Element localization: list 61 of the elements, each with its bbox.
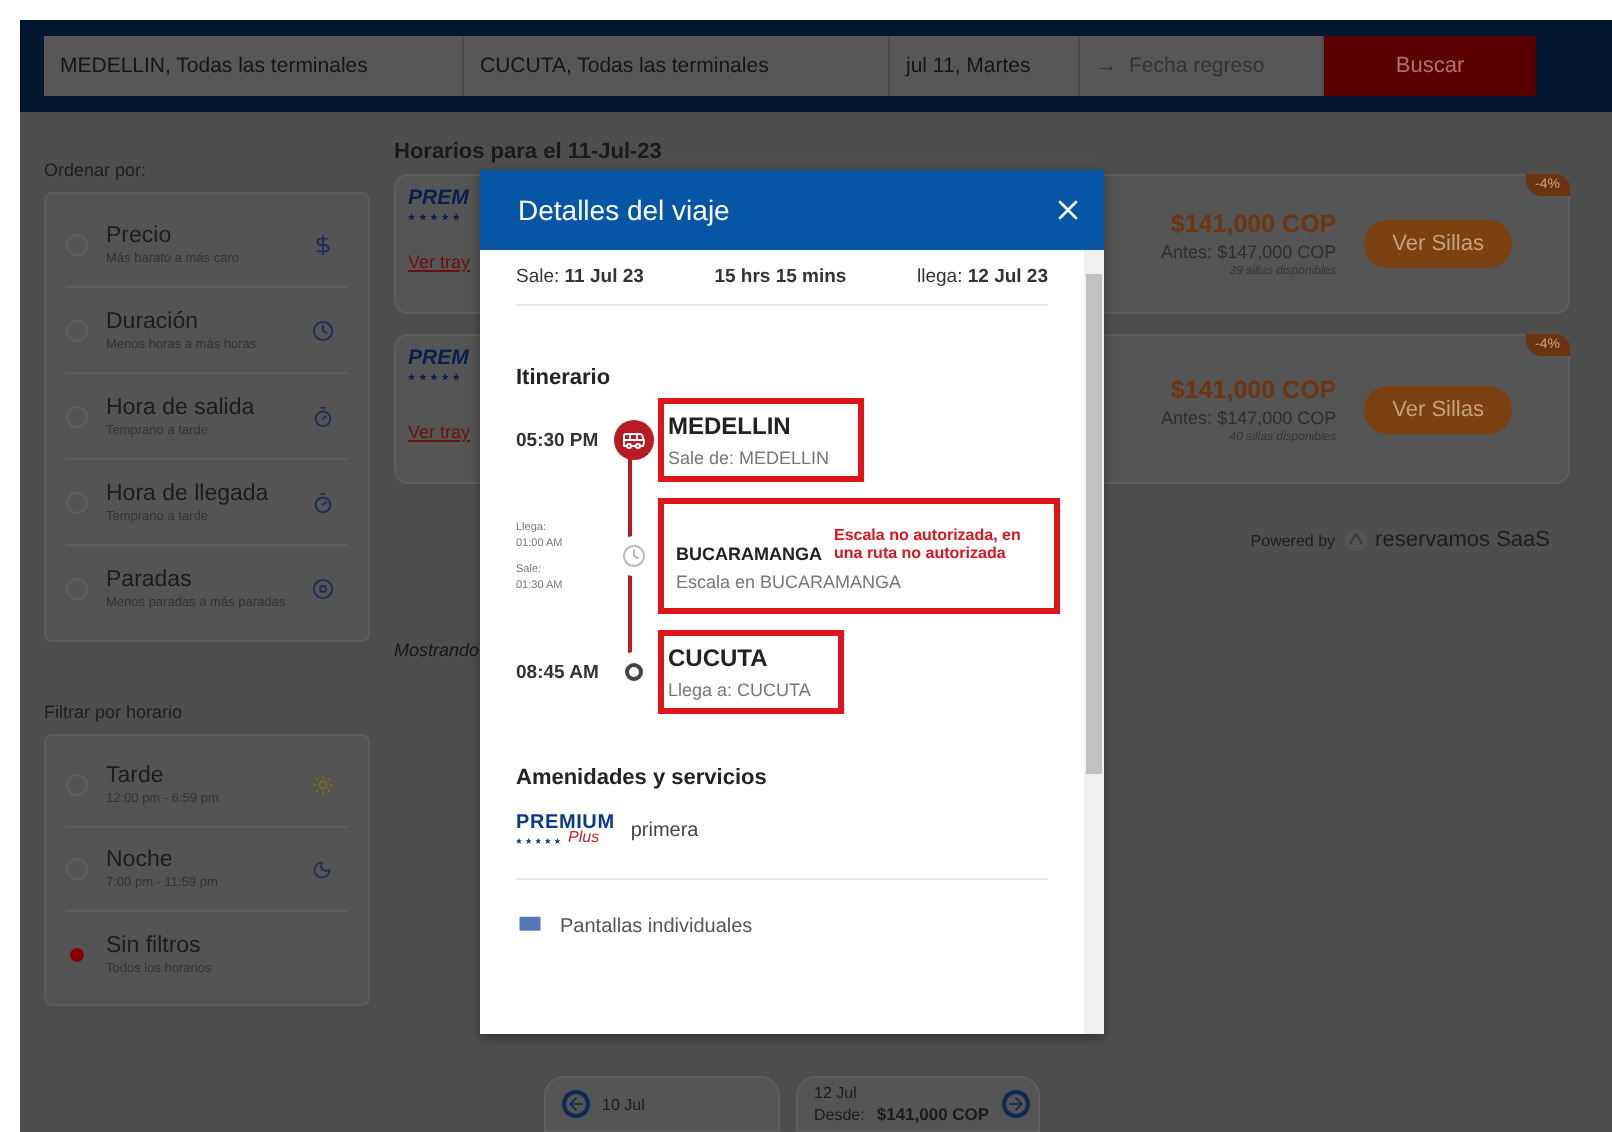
stars-icon	[408, 211, 464, 221]
next-date-price: $141,000 COP	[876, 1104, 990, 1124]
option-label: Precio	[106, 223, 174, 247]
next-day-button[interactable]	[1001, 1090, 1030, 1118]
amenity-label: Pantallas individuales	[560, 915, 753, 937]
stars-icon	[408, 371, 464, 381]
previous-date-card[interactable]: 10 Jul	[544, 1076, 780, 1132]
option-label: Sin filtros	[106, 933, 203, 957]
previous-date: 10 Jul	[602, 1095, 645, 1113]
price: $141,000 COP	[1170, 210, 1337, 238]
scrollbar[interactable]	[1084, 250, 1104, 1034]
amenities-title: Amenidades y servicios	[516, 766, 769, 790]
search-button[interactable]: Buscar	[1324, 36, 1536, 96]
next-date-card[interactable]: 12 Jul Desde: $141,000 COP	[796, 1076, 1040, 1132]
destination-field[interactable]: CUCUTA, Todas las terminales	[464, 36, 890, 96]
view-seats-button[interactable]: Ver Sillas	[1364, 385, 1512, 433]
option-label: Duración	[106, 309, 201, 333]
stop-detail: Escala en BUCARAMANGA	[676, 572, 904, 592]
from-label: Desde:	[814, 1106, 865, 1124]
operator-logo: PREM	[408, 348, 471, 369]
stop-city: MEDELLIN	[668, 412, 793, 440]
option-label: Hora de salida	[106, 395, 257, 419]
route-link[interactable]: Ver tray	[408, 422, 480, 442]
previous-day-button[interactable]	[562, 1090, 590, 1118]
timer-icon	[312, 491, 334, 513]
option-label: Hora de llegada	[106, 481, 271, 505]
origin-field[interactable]: MEDELLIN, Todas las terminales	[44, 36, 464, 96]
bus-icon	[614, 420, 654, 460]
option-label: Noche	[106, 848, 175, 872]
stop-detail: Llega a: CUCUTA	[668, 680, 811, 700]
option-label: Tarde	[106, 764, 166, 788]
service-class: primera	[630, 819, 699, 841]
sun-icon	[312, 774, 334, 796]
results-count: Mostrando	[394, 640, 480, 660]
price: $141,000 COP	[1170, 375, 1337, 403]
departure-date: Sale: 11 Jul 23	[516, 266, 644, 288]
stop-time: 08:45 AM	[516, 661, 601, 683]
radio-button[interactable]	[66, 943, 88, 965]
stop-icon	[312, 578, 334, 600]
timer-icon	[312, 405, 334, 427]
stop-detail: Sale de: MEDELLIN	[668, 448, 830, 468]
warning-note: Escala no autorizada, en una ruta no autorizada	[834, 526, 1023, 562]
date-field[interactable]: jul 11, Martes	[890, 36, 1080, 96]
trip-duration: 15 hrs 15 mins	[714, 266, 847, 288]
option-label: Paradas	[106, 568, 194, 592]
operator-logo: PREM	[408, 188, 471, 209]
dialog-title: Detalles del viaje	[518, 194, 730, 226]
dollar-icon	[312, 233, 334, 255]
stop-city: CUCUTA	[668, 644, 770, 672]
view-seats-button[interactable]: Ver Sillas	[1364, 220, 1512, 268]
brand-logo-icon	[1343, 528, 1368, 552]
stop-time: 05:30 PM	[516, 429, 601, 451]
next-date: 12 Jul	[814, 1084, 859, 1102]
itinerary-title: Itinerario	[516, 366, 613, 390]
stop-city: BUCARAMANGA	[676, 544, 822, 564]
service-logo: PREMIUM Plus	[516, 814, 615, 846]
stars-icon	[516, 835, 564, 845]
route-link[interactable]: Ver tray	[408, 252, 480, 272]
clock-icon	[312, 319, 334, 341]
arrival-date: llega: 12 Jul 23	[917, 266, 1048, 288]
moon-icon	[312, 859, 332, 879]
